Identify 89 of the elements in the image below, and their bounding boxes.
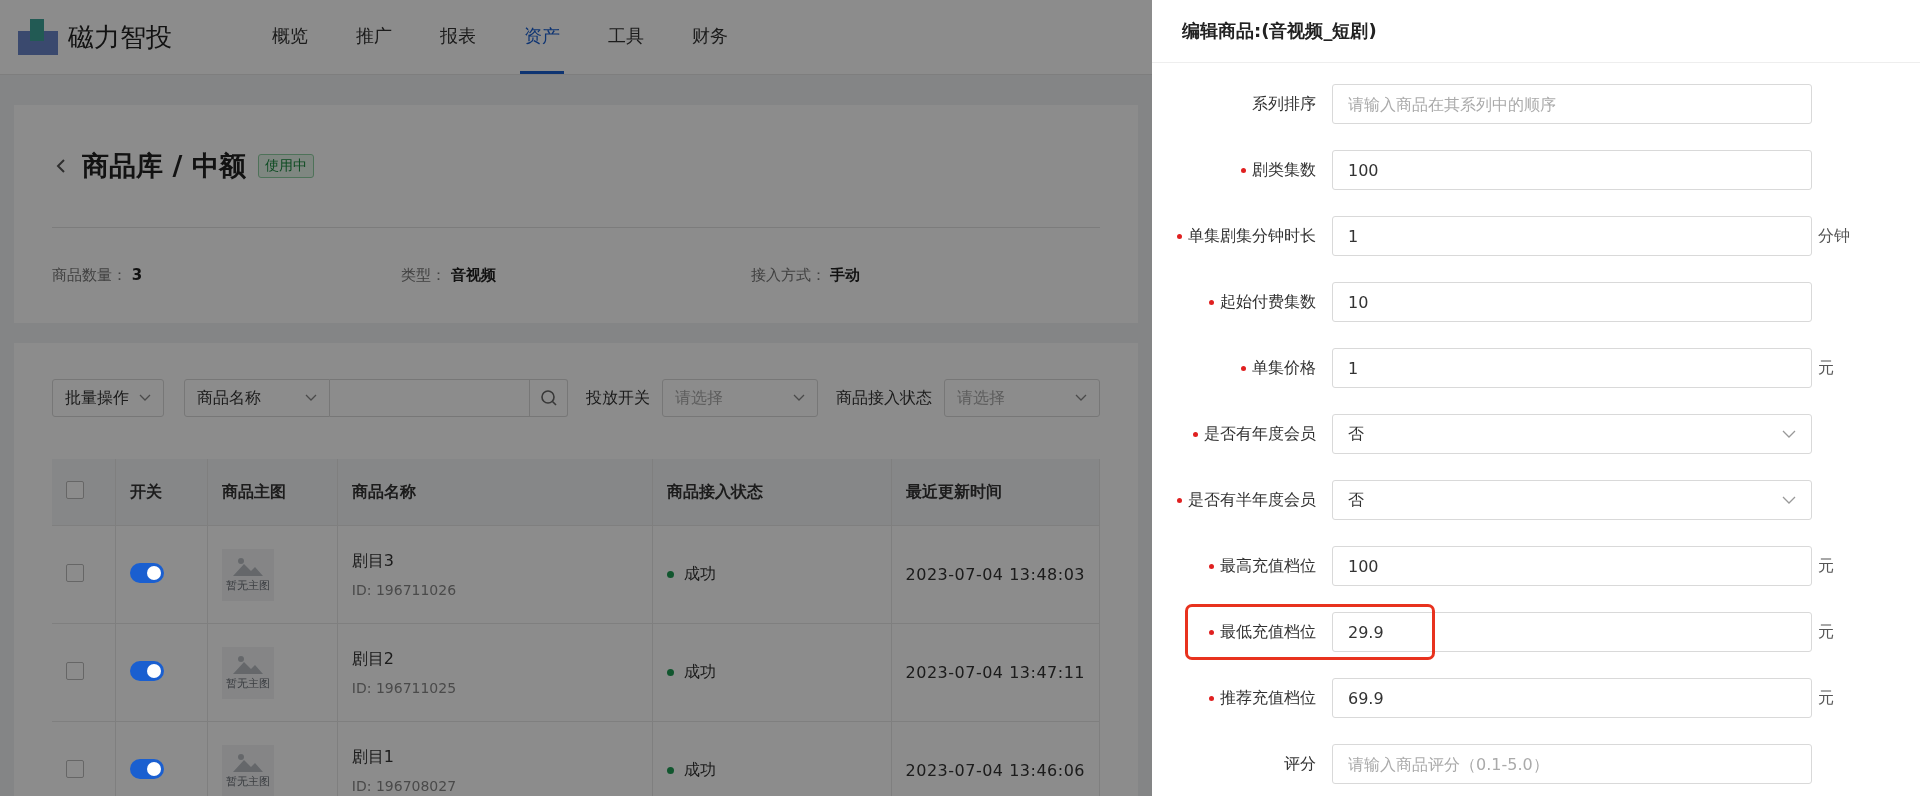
nav-tab[interactable]: 财务 — [688, 0, 732, 74]
input-field[interactable]: 1 — [1332, 348, 1812, 388]
unit-label: 元 — [1818, 687, 1834, 709]
unit-label: 元 — [1818, 555, 1834, 577]
field-label: 单集剧集分钟时长 — [1188, 226, 1316, 246]
stat-value: 音视频 — [451, 266, 497, 284]
status-text: 成功 — [684, 760, 717, 781]
nav-tab[interactable]: 概览 — [268, 0, 312, 74]
product-name: 剧目1 — [351, 747, 395, 768]
unit-label: 分钟 — [1818, 225, 1850, 247]
select-field[interactable]: 否 — [1332, 480, 1812, 520]
chevron-icon — [1075, 394, 1087, 402]
stat-label: 类型： — [401, 266, 447, 284]
batch-dropdown[interactable]: 批量操作 — [52, 379, 164, 417]
status-dot — [667, 571, 675, 578]
page-title: 商品库 / 中额 — [82, 149, 246, 183]
placeholder-text: 暂无主图 — [225, 774, 270, 789]
input-field[interactable]: 100 — [1332, 546, 1812, 586]
product-name: 剧目2 — [351, 649, 395, 670]
status-tag: 使用中 — [257, 154, 314, 178]
field-label: 评分 — [1284, 754, 1316, 774]
toggle-switch[interactable] — [129, 562, 164, 583]
search-type-dropdown[interactable]: 商品名称 — [184, 379, 330, 417]
placeholder-text: 暂无主图 — [225, 676, 270, 691]
field-label: 是否有年度会员 — [1204, 424, 1316, 444]
chevron-icon — [1782, 496, 1796, 504]
stat-value: 手动 — [830, 266, 861, 284]
product-id: ID: 196711025 — [351, 680, 458, 696]
nav-tab[interactable]: 工具 — [604, 0, 648, 74]
logo-icon — [18, 19, 58, 55]
select-all-checkbox[interactable] — [66, 481, 84, 499]
status-dot — [667, 669, 675, 676]
column-header: 开关 — [115, 459, 208, 526]
status-dot — [667, 767, 675, 774]
toggle-switch[interactable] — [129, 758, 164, 779]
chevron-icon — [139, 394, 151, 402]
input-field[interactable]: 请输入商品评分（0.1-5.0） — [1332, 744, 1812, 784]
unit-label: 元 — [1818, 357, 1834, 379]
input-field[interactable]: 100 — [1332, 150, 1812, 190]
input-field[interactable]: 69.9 — [1332, 678, 1812, 718]
brand-name: 磁力智投 — [68, 20, 172, 54]
field-label: 单集价格 — [1252, 358, 1316, 378]
column-header: 最近更新时间 — [891, 459, 1100, 526]
field-label: 最高充值档位 — [1220, 556, 1316, 576]
field-label: 推荐充值档位 — [1220, 688, 1316, 708]
column-header: 商品主图 — [207, 459, 338, 526]
input-field[interactable]: 29.9 — [1332, 612, 1812, 652]
image-icon — [232, 556, 263, 576]
placeholder-text: 暂无主图 — [225, 578, 270, 593]
nav-tab[interactable]: 报表 — [436, 0, 480, 74]
filter-label: 投放开关 — [586, 387, 650, 409]
table-cell: 2023-07-04 13:48:03 — [891, 525, 1100, 624]
stat-value: 3 — [131, 266, 143, 284]
stat-label: 商品数量： — [52, 266, 127, 284]
table-cell: 2023-07-04 13:47:11 — [891, 623, 1100, 722]
drawer-title: 编辑商品:(音视频_短剧) — [1182, 19, 1377, 43]
table-cell: 2023-07-04 13:46:06 — [891, 721, 1100, 796]
input-field[interactable]: 请输入商品在其系列中的顺序 — [1332, 84, 1812, 124]
row-checkbox[interactable] — [66, 759, 84, 778]
status-text: 成功 — [684, 564, 717, 585]
search-button[interactable] — [530, 379, 568, 417]
input-field[interactable]: 10 — [1332, 282, 1812, 322]
image-icon — [232, 654, 263, 674]
filter-label: 商品接入状态 — [836, 387, 932, 409]
row-checkbox[interactable] — [66, 563, 84, 582]
field-label: 起始付费集数 — [1220, 292, 1316, 312]
product-id: ID: 196708027 — [351, 778, 458, 794]
column-header: 商品名称 — [337, 459, 653, 526]
column-header: 商品接入状态 — [652, 459, 892, 526]
field-label: 是否有半年度会员 — [1188, 490, 1316, 510]
field-label: 系列排序 — [1252, 94, 1316, 114]
status-text: 成功 — [684, 662, 717, 683]
field-label: 最低充值档位 — [1220, 622, 1316, 642]
input-field[interactable]: 1 — [1332, 216, 1812, 256]
select-field[interactable]: 否 — [1332, 414, 1812, 454]
search-icon — [539, 389, 558, 407]
chevron-icon — [305, 394, 317, 402]
unit-label: 元 — [1818, 621, 1834, 643]
nav-tab[interactable]: 资产 — [520, 0, 564, 74]
toggle-switch[interactable] — [129, 660, 164, 681]
chevron-icon — [793, 394, 805, 402]
chevron-icon — [1782, 430, 1796, 438]
field-label: 剧类集数 — [1252, 160, 1316, 180]
row-checkbox[interactable] — [66, 661, 84, 680]
nav-tab[interactable]: 推广 — [352, 0, 396, 74]
stat-label: 接入方式： — [750, 266, 826, 284]
product-id: ID: 196711026 — [351, 582, 458, 598]
image-icon — [232, 752, 263, 772]
product-name: 剧目3 — [351, 551, 395, 572]
